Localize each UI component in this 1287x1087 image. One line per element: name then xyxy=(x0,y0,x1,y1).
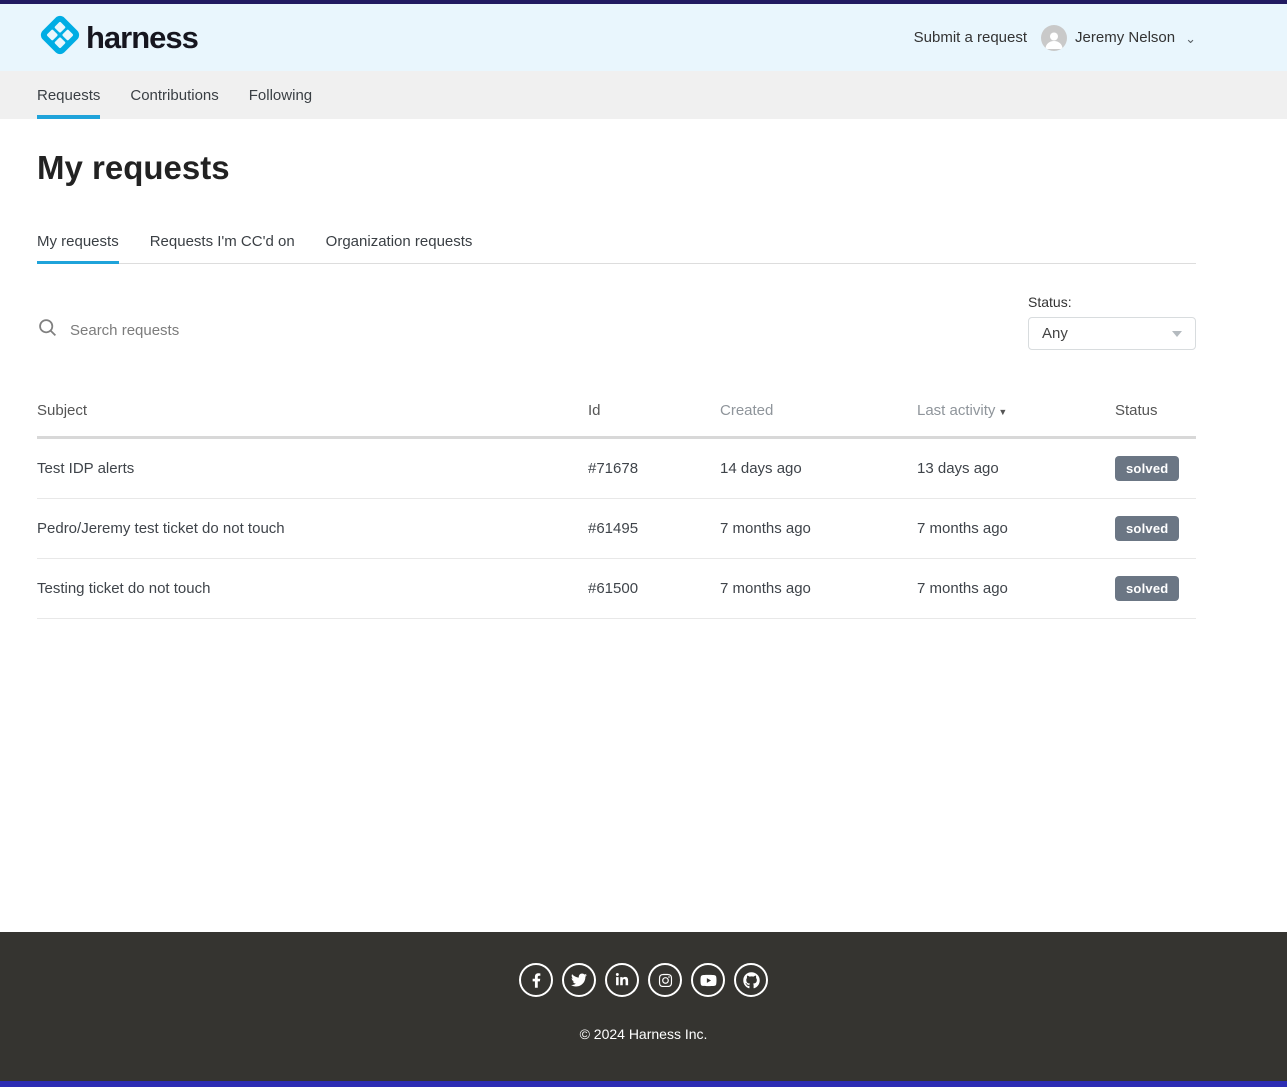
main-content: My requests My requests Requests I'm CC'… xyxy=(37,119,1196,932)
instagram-icon[interactable] xyxy=(648,963,682,997)
table-row[interactable]: Test IDP alerts #71678 14 days ago 13 da… xyxy=(37,439,1196,499)
user-name: Jeremy Nelson xyxy=(1075,29,1175,46)
harness-logo-icon xyxy=(37,12,83,63)
request-id: #61495 xyxy=(551,520,683,537)
twitter-icon[interactable] xyxy=(562,963,596,997)
search-input[interactable] xyxy=(70,322,390,339)
page-title: My requests xyxy=(37,149,1196,187)
requests-table: Subject Id Created Last activity▼ Status… xyxy=(37,402,1196,619)
request-created: 14 days ago xyxy=(683,460,880,477)
primary-nav: Requests Contributions Following xyxy=(0,71,1287,119)
tab-my-requests[interactable]: My requests xyxy=(37,227,119,263)
youtube-icon[interactable] xyxy=(691,963,725,997)
logo-wordmark: harness xyxy=(86,20,198,56)
avatar xyxy=(1041,25,1067,51)
request-subject[interactable]: Test IDP alerts xyxy=(37,460,551,477)
filter-row: Status: Any xyxy=(37,294,1196,350)
github-icon[interactable] xyxy=(734,963,768,997)
table-row[interactable]: Pedro/Jeremy test ticket do not touch #6… xyxy=(37,499,1196,559)
user-menu[interactable]: Jeremy Nelson ⌄ xyxy=(1041,25,1196,51)
harness-logo[interactable]: harness xyxy=(37,12,198,63)
facebook-icon[interactable] xyxy=(519,963,553,997)
request-last-activity: 7 months ago xyxy=(880,520,1078,537)
request-last-activity: 7 months ago xyxy=(880,580,1078,597)
submit-request-link[interactable]: Submit a request xyxy=(914,29,1027,46)
request-id: #71678 xyxy=(551,460,683,477)
column-header-id: Id xyxy=(551,402,683,419)
column-header-last-activity[interactable]: Last activity▼ xyxy=(880,402,1078,419)
social-links xyxy=(519,963,768,997)
bottom-brand-bar xyxy=(0,1081,1287,1087)
request-subject[interactable]: Testing ticket do not touch xyxy=(37,580,551,597)
sort-desc-icon: ▼ xyxy=(998,407,1007,417)
chevron-down-icon: ⌄ xyxy=(1185,31,1196,47)
status-badge: solved xyxy=(1115,576,1179,601)
nav-tab-following[interactable]: Following xyxy=(249,71,312,119)
copyright-text: © 2024 Harness Inc. xyxy=(580,1026,708,1042)
request-created: 7 months ago xyxy=(683,580,880,597)
column-header-status: Status xyxy=(1078,402,1196,419)
tab-requests-ccd[interactable]: Requests I'm CC'd on xyxy=(150,227,295,263)
caret-down-icon xyxy=(1172,331,1182,337)
request-subject[interactable]: Pedro/Jeremy test ticket do not touch xyxy=(37,520,551,537)
status-badge: solved xyxy=(1115,516,1179,541)
status-badge: solved xyxy=(1115,456,1179,481)
request-created: 7 months ago xyxy=(683,520,880,537)
request-id: #61500 xyxy=(551,580,683,597)
status-filter-select[interactable]: Any xyxy=(1028,317,1196,350)
linkedin-icon[interactable] xyxy=(605,963,639,997)
table-header-row: Subject Id Created Last activity▼ Status xyxy=(37,402,1196,439)
nav-tab-requests[interactable]: Requests xyxy=(37,71,100,119)
search-box xyxy=(37,317,390,343)
tab-organization-requests[interactable]: Organization requests xyxy=(326,227,473,263)
site-footer: © 2024 Harness Inc. xyxy=(0,932,1287,1081)
nav-tab-contributions[interactable]: Contributions xyxy=(130,71,218,119)
request-tabs: My requests Requests I'm CC'd on Organiz… xyxy=(37,227,1196,264)
status-filter-label: Status: xyxy=(1028,294,1196,310)
site-header: harness Submit a request Jeremy Nelson ⌄ xyxy=(0,4,1287,71)
search-icon xyxy=(37,317,58,343)
status-filter: Status: Any xyxy=(1028,294,1196,350)
column-header-subject: Subject xyxy=(37,402,551,419)
status-filter-value: Any xyxy=(1042,325,1068,342)
request-last-activity: 13 days ago xyxy=(880,460,1078,477)
column-header-created[interactable]: Created xyxy=(683,402,880,419)
table-row[interactable]: Testing ticket do not touch #61500 7 mon… xyxy=(37,559,1196,619)
